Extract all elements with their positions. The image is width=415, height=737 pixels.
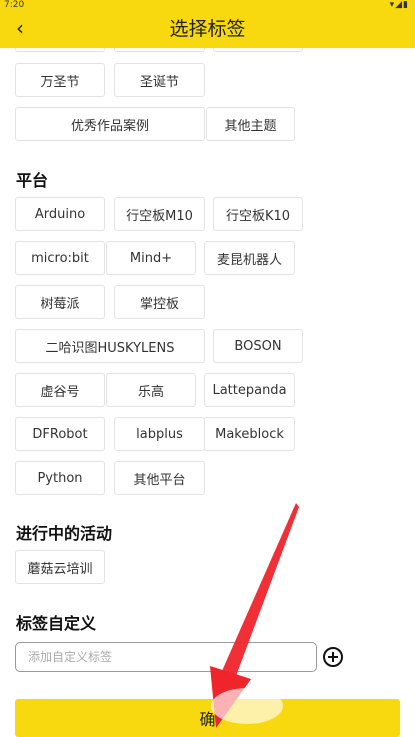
tag-unihiker-k10[interactable]: 行空板K10 [213,197,303,231]
tag-boson[interactable]: BOSON [213,329,303,363]
tag-xugu[interactable]: 虚谷号 [15,373,105,407]
status-bar: 7:20 ▾◢▮ [0,0,415,12]
tag-huskylens[interactable]: 二哈识图HUSKYLENS [15,329,205,363]
tag-python[interactable]: Python [15,461,105,495]
tag-other-themes[interactable]: 其他主题 [206,107,295,141]
tag-arduino[interactable]: Arduino [15,197,105,231]
status-icons: ▾◢▮ [389,0,409,10]
tag-lego[interactable]: 乐高 [106,373,196,407]
tag-mindplus[interactable]: Mind+ [106,241,196,275]
custom-tag-input[interactable] [16,643,316,671]
status-time: 7:20 [4,0,25,10]
confirm-button-label: 确 [199,710,216,729]
tag-mpython-board[interactable]: 掌控板 [114,285,205,319]
tag-christmas[interactable]: 圣诞节 [114,63,205,97]
section-title-custom: 标签自定义 [16,614,97,633]
tag-labplus[interactable]: labplus [114,417,205,451]
section-title-activities: 进行中的活动 [16,524,113,543]
plus-circle-icon[interactable] [323,647,343,667]
tag-halloween[interactable]: 万圣节 [15,63,105,97]
tag-other-platforms[interactable]: 其他平台 [114,461,205,495]
tag-dfrobot[interactable]: DFRobot [15,417,105,451]
confirm-button[interactable]: 确 [15,699,400,737]
tag-raspberry-pi[interactable]: 树莓派 [15,285,105,319]
tag-excellent-cases[interactable]: 优秀作品案例 [15,107,205,141]
tag-microbit[interactable]: micro:bit [15,241,105,275]
tag-makeblock[interactable]: Makeblock [204,417,295,451]
page-title: 选择标签 [169,18,246,40]
tag-unihiker-m10[interactable]: 行空板M10 [114,197,205,231]
tag-mushroom-cloud-training[interactable]: 蘑菇云培训 [15,550,105,584]
custom-tag-field [15,642,317,672]
tag-maqueen-robot[interactable]: 麦昆机器人 [204,241,295,275]
app-header: 7:20 ▾◢▮ ‹ 选择标签 [0,0,415,48]
section-title-platform: 平台 [16,171,49,190]
tag-lattepanda[interactable]: Lattepanda [204,373,295,407]
